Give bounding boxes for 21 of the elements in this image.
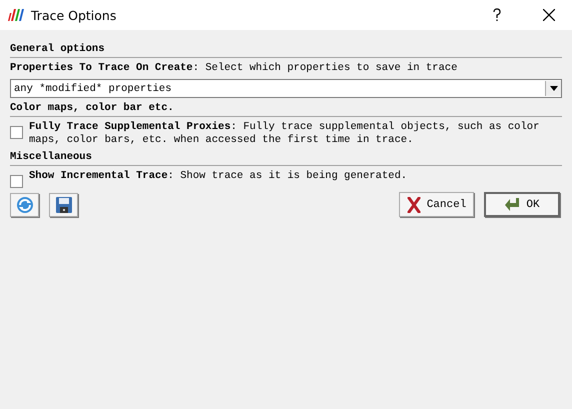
checkbox[interactable] [10,175,23,188]
window-title: Trace Options [31,8,116,22]
ok-button[interactable]: OK [484,192,560,217]
dropdown-arrow-icon [550,86,558,91]
close-icon[interactable] [543,9,555,21]
return-arrow-icon [504,196,520,212]
property-label: Show Incremental Trace: Show trace as it is being generated. [29,170,408,183]
cancel-button[interactable]: Cancel [399,192,474,217]
reset-button[interactable] [10,192,39,216]
checkbox[interactable] [10,126,23,139]
app-logo-icon [8,9,24,21]
section-header: General options [10,43,562,58]
property-label: Fully Trace Supplemental Proxies: Fully trace supplemental objects, such as color maps, color bars, etc. when accessed the first time in trace. [29,121,540,147]
refresh-icon [16,196,34,214]
section-header: Miscellaneous [10,151,562,166]
cross-icon [406,196,421,212]
save-button[interactable] [49,192,78,216]
property-label: Properties To Trace On Create: Select which properties to save in trace [10,62,458,75]
section-header: Color maps, color bar etc. [10,102,562,117]
dropdown[interactable]: any *modified* properties [10,79,562,98]
help-icon[interactable] [492,8,502,22]
